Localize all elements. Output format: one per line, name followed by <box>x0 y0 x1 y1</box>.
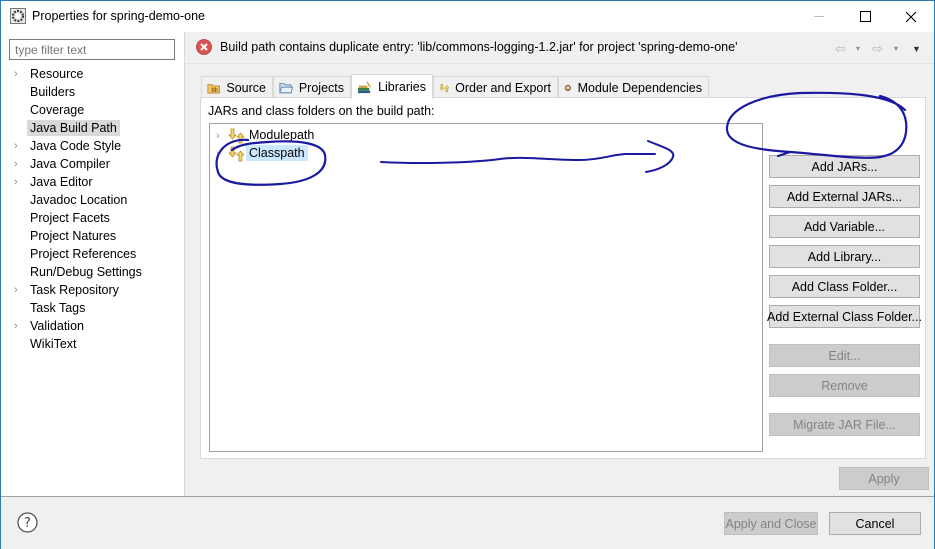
sidebar-item-project-natures[interactable]: Project Natures <box>1 227 185 245</box>
sidebar-item-wikitext[interactable]: WikiText <box>1 335 185 353</box>
forward-arrow-icon[interactable]: ⇨ <box>872 41 883 56</box>
message-bar: Build path contains duplicate entry: 'li… <box>186 32 934 64</box>
back-history-dropdown-icon[interactable]: ▾ <box>856 44 860 58</box>
properties-gear-icon <box>10 8 26 24</box>
maximize-icon <box>859 11 871 22</box>
class-path-icon <box>228 146 245 162</box>
sidebar-item-label: Task Tags <box>30 301 86 315</box>
error-icon <box>196 39 212 55</box>
sidebar-item-label: Run/Debug Settings <box>30 265 142 279</box>
sidebar-item-javadoc-location[interactable]: Javadoc Location <box>1 191 185 209</box>
expand-chevron-icon[interactable]: › <box>14 140 24 152</box>
minimize-icon <box>814 16 824 17</box>
apply-and-close-button[interactable]: Apply and Close <box>724 512 818 535</box>
sidebar-item-java-build-path[interactable]: Java Build Path <box>1 119 185 137</box>
preferences-sidebar: › Resource Builders Coverage Java Build Path… <box>1 32 185 496</box>
build-path-entries-tree[interactable]: › Modulepath › Classpath <box>209 123 763 452</box>
sidebar-item-label: WikiText <box>30 337 77 351</box>
order-export-icon <box>439 83 450 92</box>
module-dependencies-icon: M <box>564 84 571 91</box>
libraries-heading: JARs and class folders on the build path… <box>208 104 435 118</box>
sidebar-item-label: Coverage <box>30 103 85 117</box>
sidebar-item-project-references[interactable]: Project References <box>1 245 185 263</box>
add-library-button[interactable]: Add Library... <box>769 245 920 268</box>
add-class-folder-button[interactable]: Add Class Folder... <box>769 275 920 298</box>
filter-input[interactable] <box>9 39 175 60</box>
tab-module-dependencies-label: Module Dependencies <box>577 80 702 95</box>
svg-text:M: M <box>566 86 569 90</box>
add-variable-button[interactable]: Add Variable... <box>769 215 920 238</box>
sidebar-item-label: Java Code Style <box>30 139 122 153</box>
close-button[interactable] <box>888 1 934 32</box>
cancel-button[interactable]: Cancel <box>829 512 921 535</box>
tab-order-and-export[interactable]: Order and Export <box>433 76 558 98</box>
tab-libraries-label: Libraries <box>378 80 426 94</box>
tab-module-dependencies[interactable]: M Module Dependencies <box>558 76 709 98</box>
add-jars-button[interactable]: Add JARs... <box>769 155 920 178</box>
sidebar-item-coverage[interactable]: Coverage <box>1 101 185 119</box>
sidebar-item-java-code-style[interactable]: › Java Code Style <box>1 137 185 155</box>
dialog-footer: ? Apply and Close Cancel <box>1 496 934 549</box>
tab-projects[interactable]: Projects <box>273 76 351 98</box>
sidebar-item-java-compiler[interactable]: › Java Compiler <box>1 155 185 173</box>
apply-button[interactable]: Apply <box>839 467 929 490</box>
entry-label: Classpath <box>246 145 308 161</box>
sidebar-item-label: Java Build Path <box>27 120 120 136</box>
sidebar-item-java-editor[interactable]: › Java Editor <box>1 173 185 191</box>
tab-projects-label: Projects <box>298 80 344 95</box>
sidebar-item-label: Javadoc Location <box>30 193 128 207</box>
sidebar-item-label: Project References <box>30 247 137 261</box>
sidebar-item-builders[interactable]: Builders <box>1 83 185 101</box>
libraries-tab-panel: JARs and class folders on the build path… <box>200 97 926 459</box>
forward-history-dropdown-icon[interactable]: ▾ <box>894 44 898 58</box>
sidebar-item-resource[interactable]: › Resource <box>1 65 185 83</box>
sidebar-item-label: Task Repository <box>30 283 119 297</box>
expand-chevron-icon[interactable]: › <box>14 320 24 332</box>
sidebar-item-task-tags[interactable]: Task Tags <box>1 299 185 317</box>
sidebar-item-label: Java Editor <box>30 175 93 189</box>
source-folder-icon <box>207 83 220 93</box>
sidebar-item-label: Validation <box>30 319 84 333</box>
maximize-button[interactable] <box>842 1 888 32</box>
edit-button[interactable]: Edit... <box>769 344 920 367</box>
libraries-icon <box>357 81 372 94</box>
close-icon <box>905 11 917 22</box>
back-arrow-icon[interactable]: ⇦ <box>835 41 846 56</box>
add-external-jars-button[interactable]: Add External JARs... <box>769 185 920 208</box>
properties-dialog: Properties for spring-demo-one › Resource… <box>0 0 935 549</box>
window-title: Properties for spring-demo-one <box>32 9 205 23</box>
expand-chevron-icon[interactable]: › <box>216 148 220 160</box>
projects-folder-icon <box>279 82 293 93</box>
minimize-button[interactable] <box>796 1 842 32</box>
title-bar: Properties for spring-demo-one <box>1 1 934 32</box>
java-build-path-page: Build path contains duplicate entry: 'li… <box>186 32 934 496</box>
add-external-class-folder-button[interactable]: Add External Class Folder... <box>767 305 922 328</box>
sidebar-item-task-repository[interactable]: › Task Repository <box>1 281 185 299</box>
sidebar-item-validation[interactable]: › Validation <box>1 317 185 335</box>
migrate-jar-file-button[interactable]: Migrate JAR File... <box>769 413 920 436</box>
tab-libraries[interactable]: Libraries <box>351 74 433 99</box>
sidebar-item-run-debug-settings[interactable]: Run/Debug Settings <box>1 263 185 281</box>
expand-chevron-icon[interactable]: › <box>14 68 24 80</box>
sidebar-item-label: Project Facets <box>30 211 110 225</box>
entry-label: Modulepath <box>249 128 315 142</box>
sidebar-item-label: Resource <box>30 67 84 81</box>
expand-chevron-icon[interactable]: › <box>14 158 24 170</box>
tab-source[interactable]: Source <box>201 76 273 98</box>
remove-button[interactable]: Remove <box>769 374 920 397</box>
module-path-icon <box>228 128 245 144</box>
view-menu-icon[interactable]: ▼ <box>912 44 921 58</box>
help-icon[interactable]: ? <box>17 512 38 533</box>
expand-chevron-icon[interactable]: › <box>14 284 24 296</box>
expand-chevron-icon[interactable]: › <box>216 130 220 142</box>
tab-source-label: Source <box>226 80 266 95</box>
tab-order-export-label: Order and Export <box>455 80 551 95</box>
sidebar-item-label: Project Natures <box>30 229 117 243</box>
sidebar-item-label: Builders <box>30 85 76 99</box>
expand-chevron-icon[interactable]: › <box>14 176 24 188</box>
sidebar-item-label: Java Compiler <box>30 157 110 171</box>
error-message: Build path contains duplicate entry: 'li… <box>220 40 738 54</box>
sidebar-item-project-facets[interactable]: Project Facets <box>1 209 185 227</box>
svg-text:?: ? <box>24 516 31 531</box>
